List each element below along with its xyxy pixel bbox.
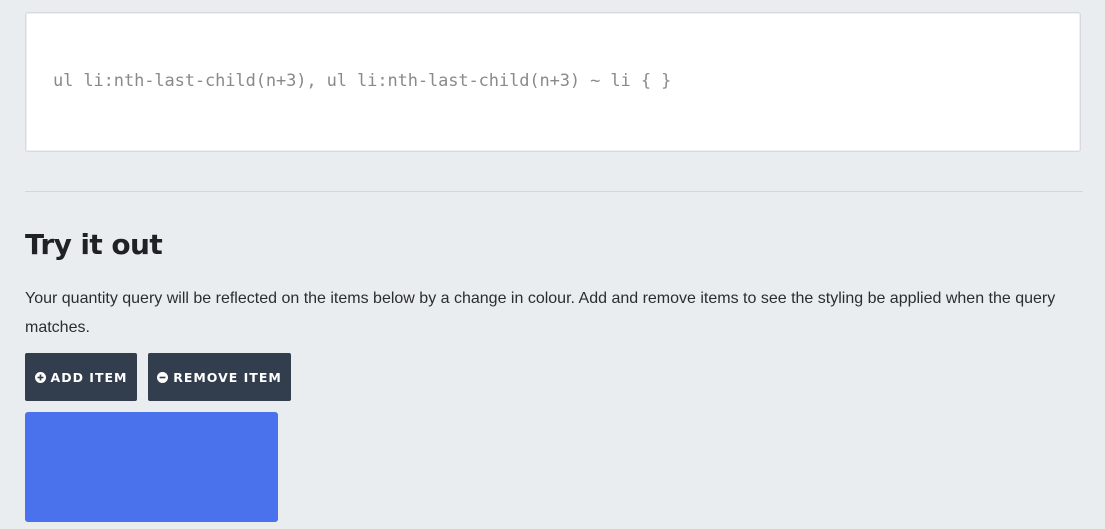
add-item-label: ADD ITEM xyxy=(50,369,128,385)
remove-item-button[interactable]: REMOVE ITEM xyxy=(148,353,291,401)
section-title: Try it out xyxy=(25,228,163,261)
add-item-button[interactable]: ADD ITEM xyxy=(25,353,137,401)
plus-circle-icon xyxy=(34,371,46,383)
list-item xyxy=(25,412,278,522)
section-divider xyxy=(25,191,1083,192)
code-selector: ul li:nth-last-child(n+3), ul li:nth-las… xyxy=(53,71,672,91)
remove-item-label: REMOVE ITEM xyxy=(173,369,282,385)
code-block: ul li:nth-last-child(n+3), ul li:nth-las… xyxy=(25,12,1081,152)
section-description: Your quantity query will be reflected on… xyxy=(25,290,1056,336)
minus-circle-icon xyxy=(157,371,169,383)
